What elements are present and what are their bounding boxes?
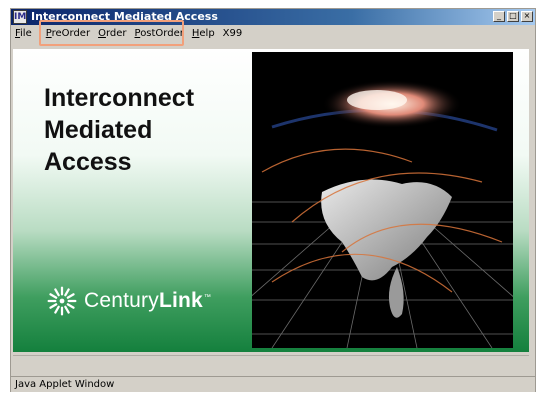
network-globe-image — [252, 52, 513, 348]
headline-line-2: Mediated — [44, 116, 153, 144]
menu-postorder-label: ostOrder — [140, 28, 184, 39]
minimize-button[interactable]: _ — [493, 11, 505, 22]
applet-window-label: Java Applet Window — [11, 376, 535, 392]
headline-line-1: Interconnect — [44, 84, 195, 112]
menu-help[interactable]: Help — [188, 28, 219, 39]
menu-preorder[interactable]: PreOrder — [42, 28, 94, 39]
menu-order[interactable]: Order — [94, 28, 130, 39]
menu-x99-label: X99 — [222, 28, 243, 39]
menu-order-mnemonic: O — [98, 28, 106, 39]
centurylink-burst-icon — [47, 286, 77, 316]
status-bar — [13, 355, 529, 376]
headline: Interconnect Mediated Access — [44, 82, 194, 178]
centurylink-wordmark: CenturyLink™ — [84, 289, 211, 313]
brand-bold: Link — [158, 289, 203, 312]
menu-file[interactable]: File — [11, 28, 36, 39]
menu-postorder[interactable]: PostOrder — [131, 28, 188, 39]
brand-light: Century — [84, 289, 159, 312]
java-app-icon[interactable]: IM — [13, 10, 27, 24]
maximize-button[interactable]: □ — [507, 11, 519, 22]
headline-line-3: Access — [44, 148, 132, 176]
menu-bar: File PreOrder Order PostOrder Help X99 — [11, 26, 535, 41]
menu-x99[interactable]: X99 — [219, 28, 247, 39]
menu-order-label: rder — [105, 28, 127, 39]
trademark: ™ — [203, 294, 212, 301]
menu-preorder-label: reOrder — [51, 28, 91, 39]
menu-help-label: elp — [199, 28, 215, 39]
close-button[interactable]: × — [521, 11, 533, 22]
window-title: Interconnect Mediated Access — [31, 10, 218, 23]
title-bar[interactable]: IM Interconnect Mediated Access _ □ × — [11, 9, 535, 25]
window-controls: _ □ × — [491, 11, 533, 22]
app-window: IM Interconnect Mediated Access _ □ × Fi… — [10, 8, 536, 392]
menu-file-label: ile — [20, 28, 32, 39]
centurylink-logo: CenturyLink™ — [46, 285, 211, 317]
splash-banner: Interconnect Mediated Access CenturyLink… — [13, 49, 529, 352]
